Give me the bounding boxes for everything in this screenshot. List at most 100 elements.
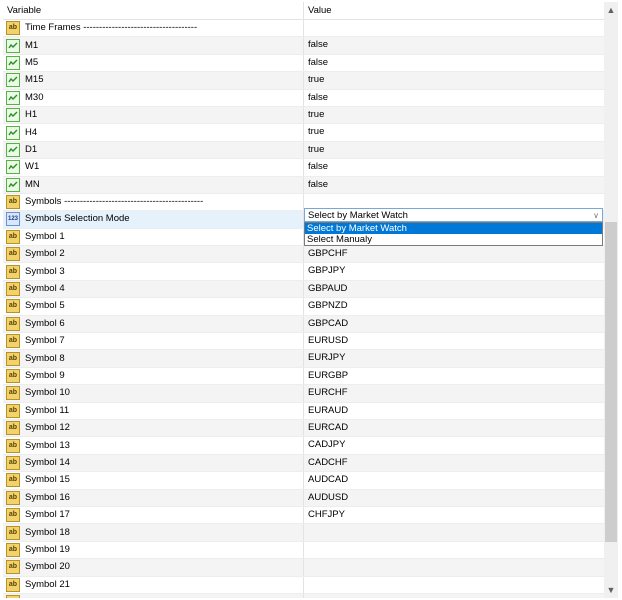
value-cell[interactable]: EURCHF [304, 385, 604, 401]
value-cell[interactable] [304, 524, 604, 540]
value-cell[interactable]: EURCAD [304, 420, 604, 436]
table-row[interactable]: ab Symbol 17 CHFJPY [3, 506, 604, 525]
variable-name: M30 [25, 91, 44, 103]
variable-name: W1 [25, 161, 40, 173]
ab-icon: ab [6, 351, 20, 366]
variable-name: Symbol 10 [25, 387, 70, 399]
variable-cell: ab Symbol 4 [3, 280, 304, 298]
scroll-down-icon[interactable]: ▼ [604, 582, 618, 598]
table-row[interactable]: H1 true [3, 106, 604, 125]
variable-cell: ab Symbol 13 [3, 437, 304, 454]
table-row[interactable]: ab Symbol 10 EURCHF [3, 385, 604, 403]
table-row[interactable]: D1 true [3, 141, 604, 160]
ab-icon: ab [6, 542, 20, 557]
scroll-thumb[interactable] [605, 222, 617, 542]
table-row[interactable]: ab Symbol 7 EURUSD [3, 333, 604, 351]
table-row[interactable]: ab Symbol 9 EURGBP [3, 367, 604, 386]
value-cell[interactable]: AUDUSD [304, 490, 604, 506]
table-row[interactable]: ab Symbol 12 EURCAD [3, 419, 604, 438]
table-row[interactable]: ab Symbol 4 GBPAUD [3, 280, 604, 299]
value-cell[interactable]: true [304, 72, 604, 88]
table-row[interactable]: W1 false [3, 159, 604, 177]
variable-name: M15 [25, 74, 44, 86]
value-cell[interactable] [304, 542, 604, 558]
value-cell[interactable]: GBPNZD [304, 298, 604, 314]
variable-name: Time Frames ----------------------------… [25, 22, 198, 34]
value-cell[interactable]: CADCHF [304, 455, 604, 471]
option-select-by-market-watch[interactable]: Select by Market Watch [305, 223, 602, 234]
value-cell[interactable]: EURUSD [304, 333, 604, 349]
variable-cell: ab Symbol 12 [3, 419, 304, 437]
value-cell[interactable]: EURJPY [304, 350, 604, 366]
variable-name: Symbol 20 [25, 561, 70, 573]
value-cell[interactable]: GBPJPY [304, 263, 604, 279]
timeframe-icon [6, 125, 20, 140]
variable-cell: M15 [3, 72, 304, 89]
table-row[interactable]: ab Symbol 11 EURAUD [3, 402, 604, 420]
table-row[interactable]: ab Symbol 15 AUDCAD [3, 472, 604, 490]
value-cell[interactable] [304, 577, 604, 593]
variable-column-header[interactable]: Variable [3, 2, 304, 19]
variable-cell: ab Symbol 3 [3, 263, 304, 280]
table-row[interactable]: ab Symbol 2 GBPCHF [3, 246, 604, 264]
value-cell[interactable]: true [304, 107, 604, 123]
value-column-header[interactable]: Value [304, 2, 604, 19]
value-cell[interactable] [304, 594, 604, 598]
value-cell[interactable]: GBPCHF [304, 246, 604, 262]
variable-name: Symbol 8 [25, 352, 65, 364]
ab-icon: ab [6, 455, 20, 470]
chevron-down-icon[interactable]: ∨ [593, 210, 599, 222]
value-cell[interactable]: AUDCAD [304, 472, 604, 488]
variable-name: Symbol 21 [25, 578, 70, 590]
value-cell[interactable]: true [304, 124, 604, 140]
value-cell[interactable]: EURGBP [304, 368, 604, 384]
ab-icon: ab [6, 264, 20, 279]
variable-cell: ab Symbol 9 [3, 367, 304, 385]
value-cell[interactable] [304, 20, 604, 36]
table-row[interactable]: ab Symbol 16 AUDUSD [3, 489, 604, 507]
value-cell[interactable]: false [304, 177, 604, 193]
table-row[interactable]: ab Symbol 3 GBPJPY [3, 263, 604, 281]
table-row[interactable]: ab Symbol 14 CADCHF [3, 454, 604, 473]
table-row[interactable]: H4 true [3, 124, 604, 142]
variable-name: H4 [25, 126, 38, 138]
variable-cell: ab [3, 593, 304, 598]
table-row[interactable]: MN false [3, 176, 604, 194]
scroll-up-icon[interactable]: ▲ [604, 2, 618, 18]
ab-icon: ab [6, 316, 20, 331]
variable-name: Symbol 4 [25, 283, 65, 295]
table-row[interactable]: ab Symbol 13 CADJPY [3, 437, 604, 455]
table-row[interactable]: ab Symbol 18 [3, 524, 604, 542]
value-cell[interactable]: CADJPY [304, 437, 604, 453]
table-row[interactable]: ab Symbol 19 [3, 541, 604, 560]
table-row[interactable]: ab Symbol 8 EURJPY [3, 350, 604, 368]
value-cell[interactable]: GBPCAD [304, 316, 604, 332]
value-cell[interactable]: CHFJPY [304, 507, 604, 523]
variable-cell: ab Symbol 2 [3, 246, 304, 263]
selection-mode-combo[interactable]: Select by Market Watch ∨ [304, 208, 603, 222]
option-select-manually[interactable]: Select Manualy [305, 234, 602, 245]
value-cell[interactable]: EURAUD [304, 403, 604, 419]
value-cell[interactable]: false [304, 55, 604, 71]
table-row[interactable]: ab Symbol 20 [3, 559, 604, 577]
variable-cell: ab Symbol 6 [3, 315, 304, 333]
vertical-scrollbar[interactable]: ▲ ▼ [604, 2, 618, 598]
value-cell[interactable]: true [304, 142, 604, 158]
ab-icon: ab [6, 282, 20, 297]
table-row[interactable]: ab Symbol 21 [3, 576, 604, 594]
value-cell[interactable]: GBPAUD [304, 281, 604, 297]
value-cell[interactable]: false [304, 37, 604, 53]
table-row[interactable]: ab Time Frames --------------------------… [3, 20, 604, 38]
table-row[interactable]: M30 false [3, 89, 604, 107]
value-cell[interactable] [304, 559, 604, 575]
table-row[interactable]: M5 false [3, 54, 604, 73]
variable-name: Symbol 7 [25, 335, 65, 347]
table-row[interactable]: ab Symbol 6 GBPCAD [3, 315, 604, 334]
value-cell[interactable]: false [304, 159, 604, 175]
table-row[interactable]: M1 false [3, 37, 604, 55]
value-cell[interactable]: false [304, 90, 604, 106]
variable-name: Symbol 17 [25, 509, 70, 521]
table-row[interactable]: M15 true [3, 72, 604, 90]
table-row[interactable]: ab Symbol 5 GBPNZD [3, 298, 604, 316]
table-row[interactable]: ab [3, 593, 604, 598]
